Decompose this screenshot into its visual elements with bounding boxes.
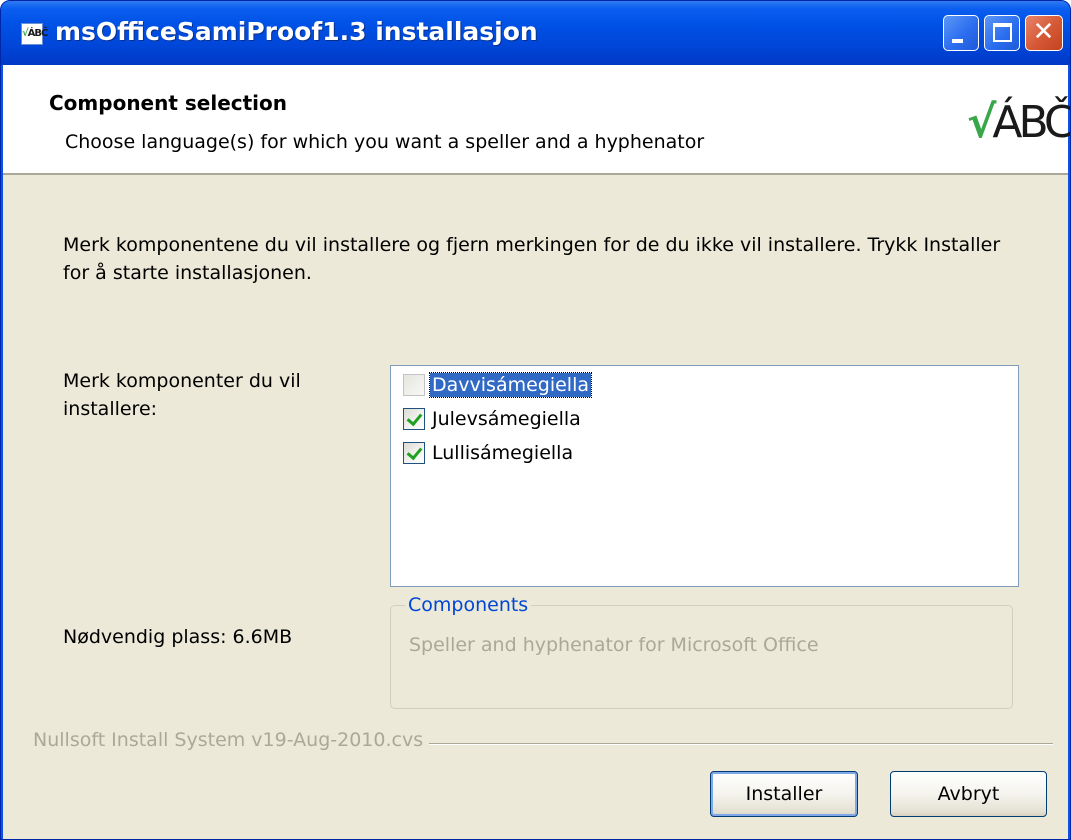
logo-text: ÁBČ [992, 97, 1071, 148]
logo-check-icon: √ [967, 97, 996, 148]
window-title: msOfficeSamiProof1.3 installasjon [55, 17, 538, 46]
page-subtitle: Choose language(s) for which you want a … [65, 131, 705, 153]
component-label[interactable]: Davvisámegiella [428, 372, 593, 398]
component-label[interactable]: Lullisámegiella [430, 441, 575, 465]
title-bar[interactable]: √ÁBČ msOfficeSamiProof1.3 installasjon ✕ [1, 1, 1070, 65]
component-checkbox[interactable] [403, 408, 425, 430]
description-text: Speller and hyphenator for Microsoft Off… [409, 634, 819, 656]
page-header: Component selection Choose language(s) f… [3, 65, 1071, 175]
maximize-icon [993, 23, 1012, 42]
component-list-label: Merk komponenter du vil installere: [63, 370, 301, 420]
description-legend: Components [405, 592, 532, 618]
intro-text: Merk komponentene du vil installere og f… [63, 234, 1001, 284]
app-icon: √ÁBČ [21, 23, 48, 45]
minimize-icon [952, 39, 963, 43]
list-item[interactable]: Davvisámegiella [403, 370, 593, 400]
list-item[interactable]: Lullisámegiella [403, 438, 575, 468]
install-button[interactable]: Installer [710, 771, 858, 817]
branding-text: Nullsoft Install System v19-Aug-2010.cvs [33, 729, 430, 751]
component-label[interactable]: Julevsámegiella [430, 407, 583, 431]
component-checkbox[interactable] [403, 442, 425, 464]
dialog-body: Merk komponentene du vil installere og f… [3, 175, 1068, 839]
minimize-button[interactable] [943, 15, 979, 51]
component-checkbox[interactable] [403, 374, 425, 396]
list-item[interactable]: Julevsámegiella [403, 404, 583, 434]
product-logo: √ÁBČ [967, 97, 1071, 148]
description-group: Components Speller and hyphenator for Mi… [390, 592, 1013, 709]
maximize-button[interactable] [984, 15, 1020, 51]
page-title: Component selection [49, 91, 288, 115]
close-icon: ✕ [1032, 17, 1055, 47]
space-required: Nødvendig plass: 6.6MB [63, 626, 293, 648]
component-list[interactable]: Davvisámegiella Julevsámegiella Lullisám… [390, 365, 1019, 587]
close-button[interactable]: ✕ [1025, 15, 1063, 51]
installer-window: √ÁBČ msOfficeSamiProof1.3 installasjon ✕… [0, 0, 1071, 840]
cancel-button[interactable]: Avbryt [890, 771, 1047, 817]
app-icon-text: ÁBČ [27, 28, 49, 39]
